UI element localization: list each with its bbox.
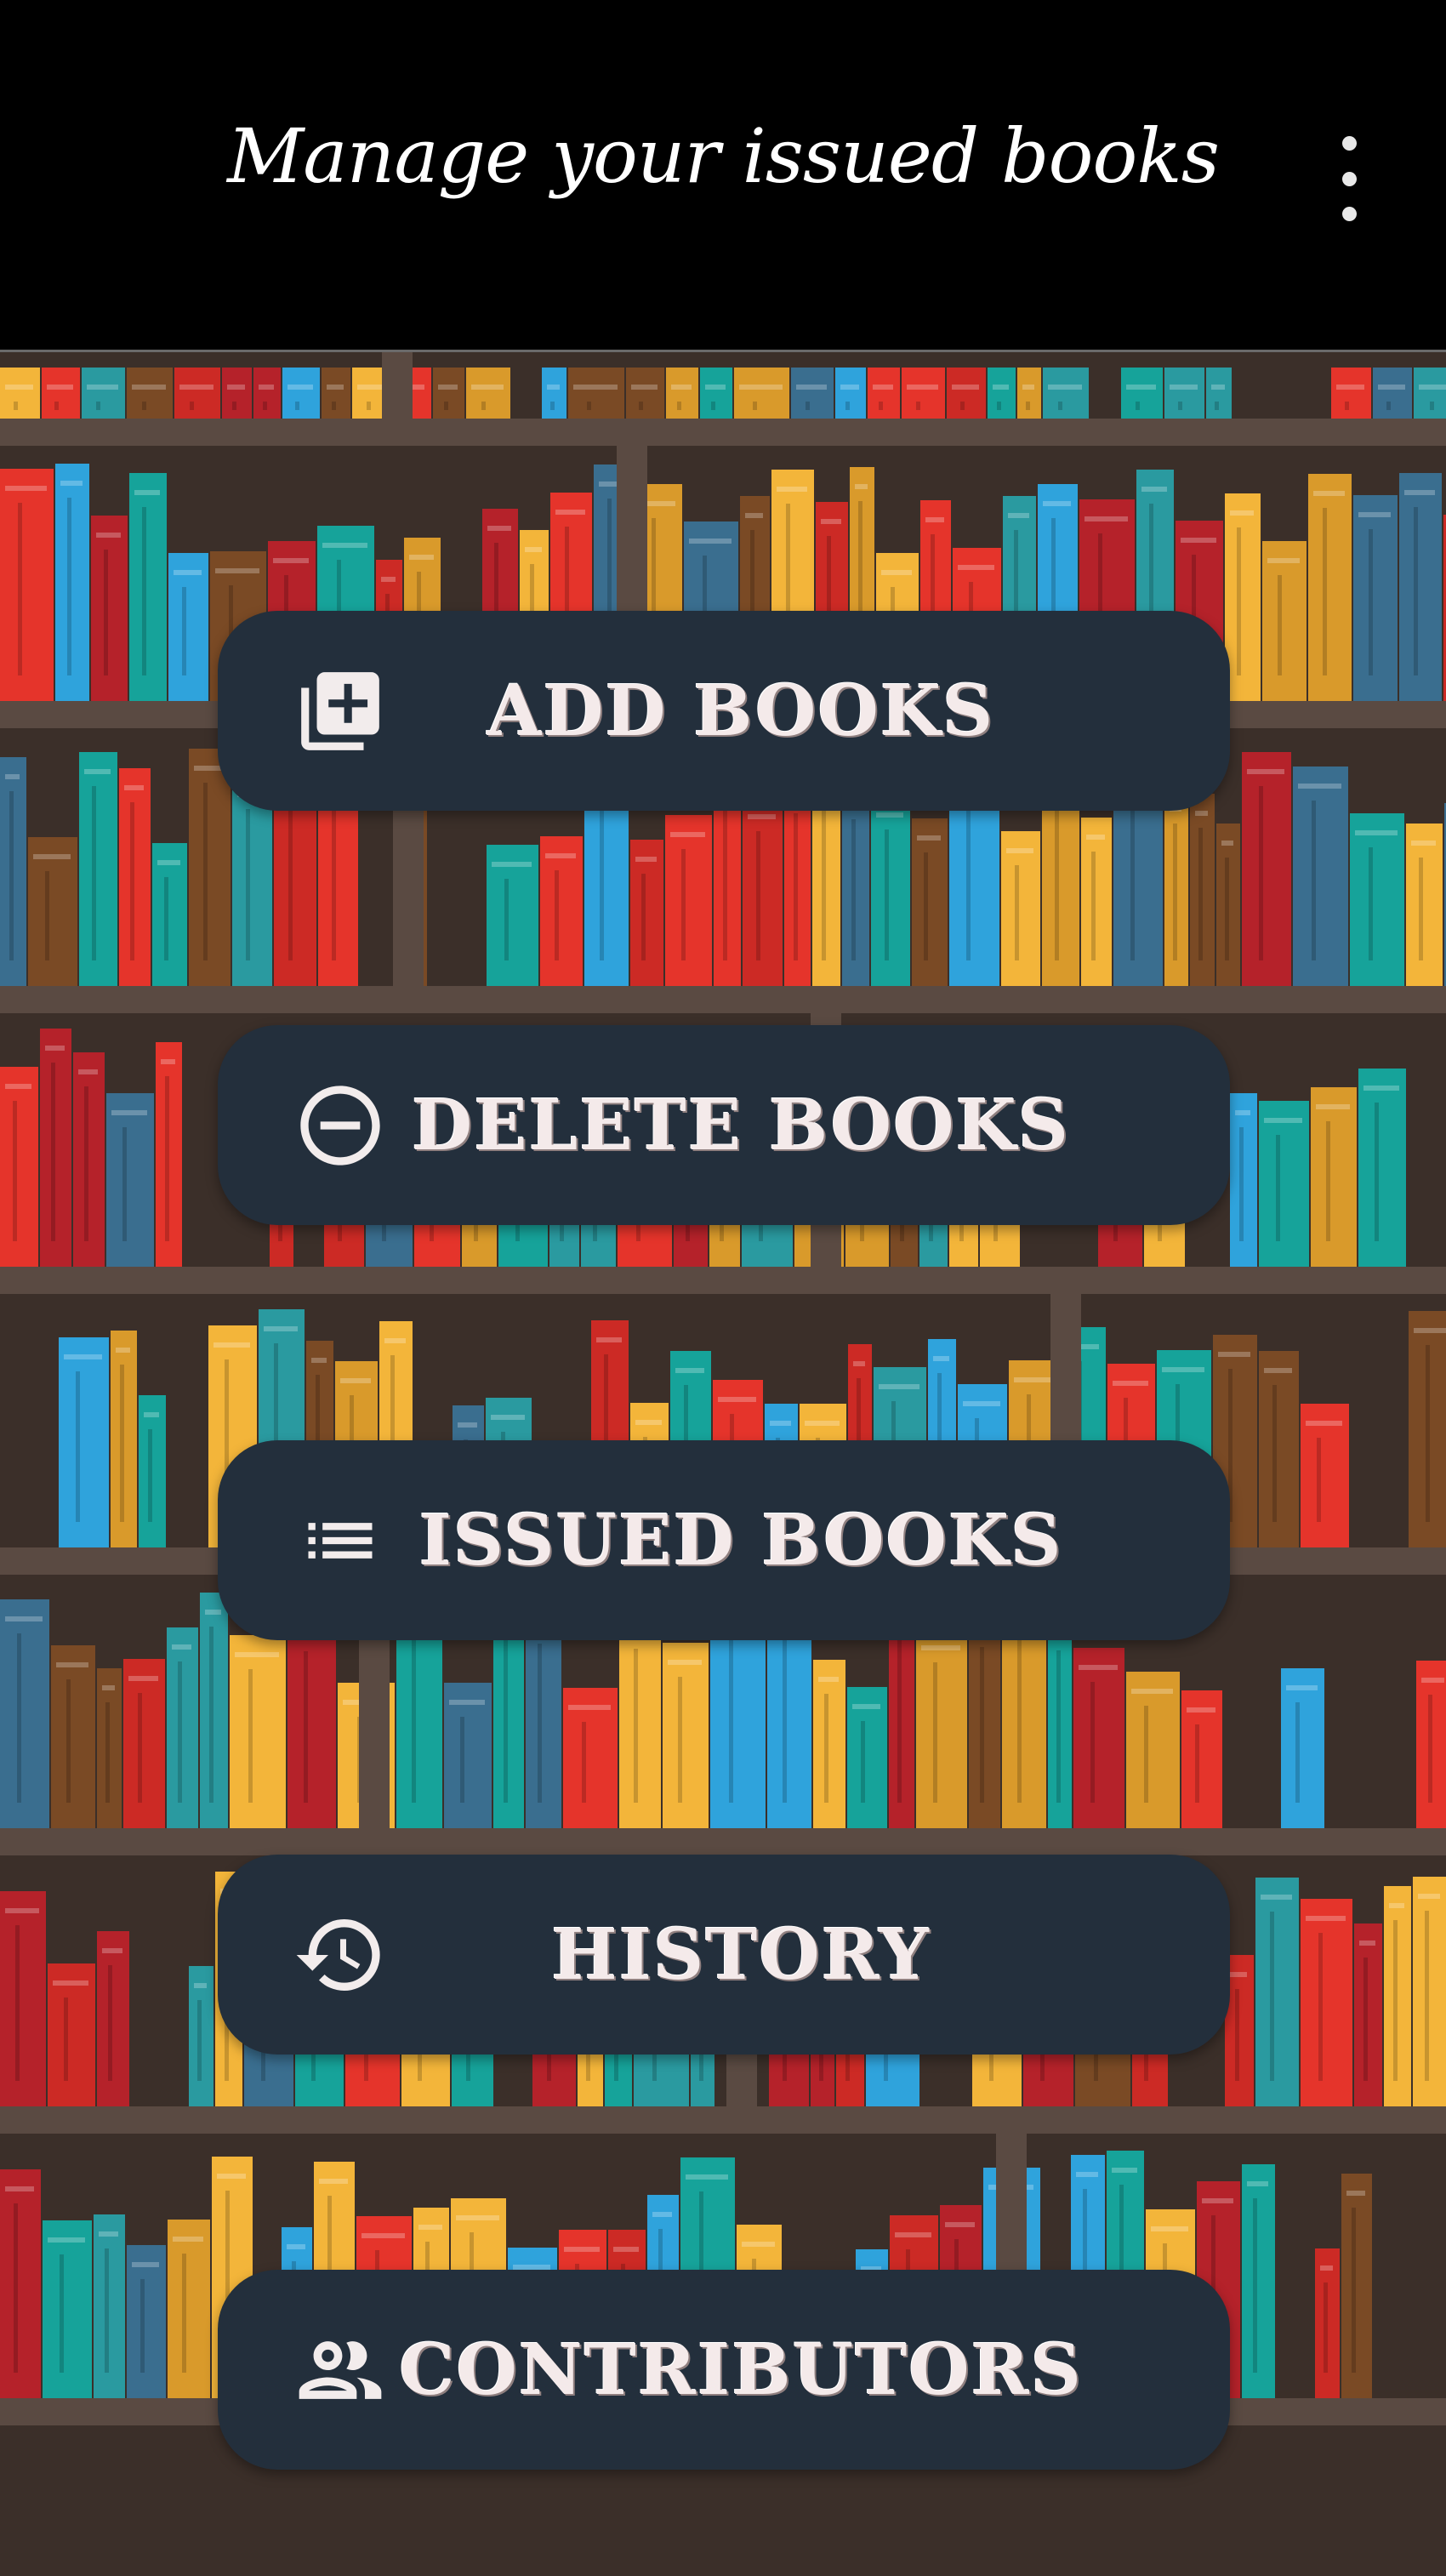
list-icon — [289, 1490, 391, 1592]
contributors-label: CONTRIBUTORS — [399, 2328, 1083, 2411]
overflow-dot — [1341, 171, 1357, 186]
history-icon — [289, 1904, 391, 2006]
people-icon — [289, 2319, 391, 2421]
remove-circle-icon — [289, 1074, 391, 1177]
add-books-button[interactable]: ADD BOOKS — [218, 611, 1230, 811]
issued-books-button[interactable]: ISSUED BOOKS — [218, 1440, 1230, 1640]
contributors-button[interactable]: CONTRIBUTORS — [218, 2270, 1230, 2470]
history-label: HISTORY — [551, 1913, 931, 1996]
app-title: Manage your issued books — [227, 112, 1220, 200]
issued-books-label: ISSUED BOOKS — [418, 1499, 1063, 1582]
overflow-dot — [1341, 207, 1357, 221]
app-bar: Manage your issued books — [0, 0, 1446, 352]
delete-books-button[interactable]: DELETE BOOKS — [218, 1025, 1230, 1225]
overflow-menu-icon[interactable] — [1327, 136, 1371, 221]
overflow-dot — [1341, 136, 1357, 151]
delete-books-label: DELETE BOOKS — [411, 1084, 1070, 1166]
add-books-label: ADD BOOKS — [487, 670, 995, 752]
history-button[interactable]: HISTORY — [218, 1855, 1230, 2055]
library-add-icon — [289, 660, 391, 762]
